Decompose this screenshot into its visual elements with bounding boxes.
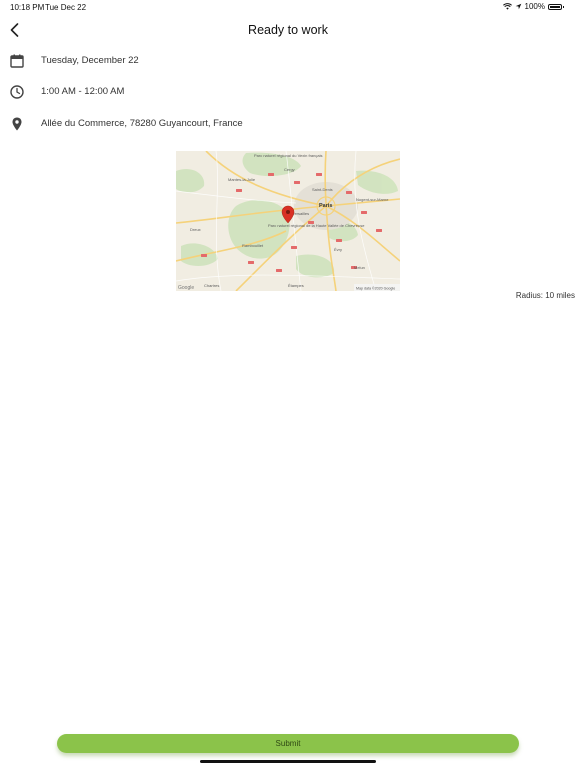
navigation-bar: Ready to work bbox=[0, 14, 576, 46]
map-label-mantes: Mantes-la-Jolie bbox=[228, 177, 256, 182]
map-label-melun: Melun bbox=[354, 265, 365, 270]
battery-icon bbox=[548, 3, 564, 10]
map-label-park-vexin: Parc naturel régional du Vexin français bbox=[254, 153, 322, 158]
address-row: Allée du Commerce, 78280 Guyancourt, Fra… bbox=[0, 113, 576, 135]
time-range-text: 1:00 AM - 12:00 AM bbox=[41, 86, 125, 97]
clock-icon bbox=[10, 85, 24, 99]
status-bar: 10:18 PM Tue Dec 22 100% bbox=[0, 0, 576, 14]
map-label-rambouillet: Rambouillet bbox=[242, 243, 264, 248]
date-text: Tuesday, December 22 bbox=[41, 55, 139, 66]
status-time: 10:18 PM bbox=[10, 3, 45, 12]
map-google-logo: Google bbox=[178, 285, 194, 291]
radius-label: Radius: 10 miles bbox=[515, 291, 575, 300]
map-label-chartres: Chartres bbox=[204, 283, 219, 288]
submit-button[interactable]: Submit bbox=[57, 734, 519, 753]
calendar-icon bbox=[10, 54, 24, 68]
map-label-saint-denis: Saint-Denis bbox=[312, 187, 333, 192]
location-pin-icon bbox=[12, 117, 22, 131]
map-label-evry: Évry bbox=[334, 247, 342, 252]
map-canvas: Paris Saint-Denis Versailles Parc nature… bbox=[176, 151, 400, 291]
map-label-versailles: Versailles bbox=[292, 211, 309, 216]
status-date: Tue Dec 22 bbox=[45, 3, 87, 12]
time-row: 1:00 AM - 12:00 AM bbox=[0, 81, 576, 103]
map-attribution: Map data ©2020 Google bbox=[356, 287, 395, 291]
map-label-park: Parc naturel régional de la Haute Vallée… bbox=[268, 223, 365, 228]
home-indicator bbox=[200, 760, 376, 763]
map-label-nogent: Nogent-sur-Marne bbox=[356, 197, 389, 202]
date-row: Tuesday, December 22 bbox=[0, 50, 576, 72]
status-indicators: 100% bbox=[502, 2, 564, 11]
battery-percent: 100% bbox=[524, 2, 545, 11]
map-label-paris: Paris bbox=[319, 203, 332, 209]
page-title: Ready to work bbox=[248, 23, 328, 37]
map-label-cergy: Cergy bbox=[284, 167, 295, 172]
location-map[interactable]: Paris Saint-Denis Versailles Parc nature… bbox=[176, 151, 400, 291]
wifi-icon bbox=[502, 3, 512, 10]
address-text: Allée du Commerce, 78280 Guyancourt, Fra… bbox=[41, 118, 243, 129]
map-label-etampes: Étampes bbox=[288, 283, 304, 288]
map-label-dreux: Dreux bbox=[190, 227, 201, 232]
location-arrow-icon bbox=[515, 3, 521, 10]
